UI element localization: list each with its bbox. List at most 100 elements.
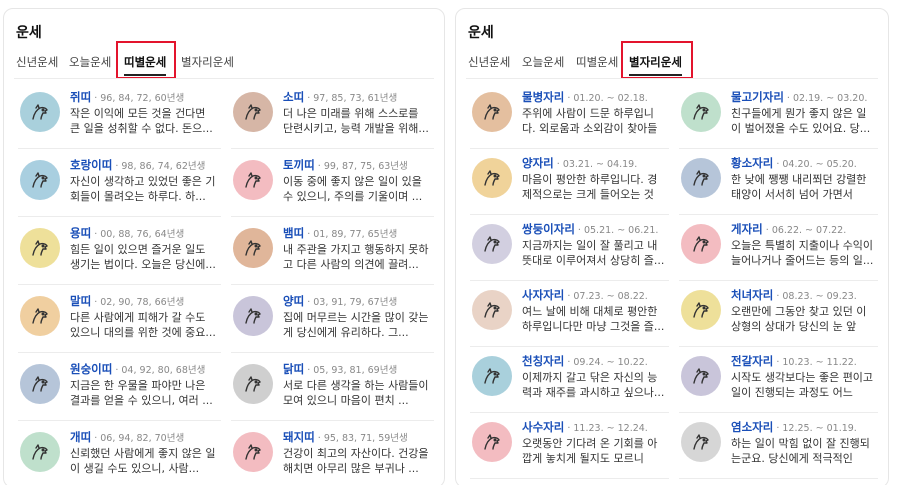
tab-horoscope-fortune[interactable]: 별자리운세: [181, 45, 234, 79]
item-name[interactable]: 호랑이띠: [70, 158, 112, 172]
item-header: 사수자리 · 11.23. ~ 12.24.: [522, 419, 648, 435]
item-meta-sep: ·: [574, 225, 584, 236]
list-item[interactable]: 염소자리 · 12.25. ~ 01.19. 하는 일이 막힘 없이 잘 진행되는…: [679, 411, 878, 479]
list-item[interactable]: 물고기자리 · 02.19. ~ 03.20. 친구들에게 뭔가 좋지 않은 일이…: [679, 81, 878, 149]
item-header: 용띠 · 00, 88, 76, 64년생: [70, 225, 184, 241]
leo-icon: [472, 290, 512, 330]
item-name[interactable]: 양띠: [283, 294, 304, 308]
item-meta: 96, 84, 72, 60년생: [100, 93, 185, 104]
item-description: 신뢰했던 사람에게 좋지 않은 일이 생길 수도 있으니, 사람...: [70, 447, 216, 475]
list-item[interactable]: 용띠 · 00, 88, 76, 64년생 힘든 일이 있으면 즐거운 일도 생기…: [18, 217, 221, 285]
list-item[interactable]: 돼지띠 · 95, 83, 71, 59년생 건강이 최고의 자산이다. 건강을 …: [231, 421, 434, 485]
libra-icon: [472, 356, 512, 396]
item-header: 토끼띠 · 99, 87, 75, 63년생: [283, 157, 408, 173]
item-description: 서로 다른 생각을 하는 사람들이 모여 있으니 마음이 편치 ...: [283, 379, 429, 407]
gemini-icon: [472, 224, 512, 264]
item-meta: 07.23. ~ 08.22.: [573, 291, 648, 302]
item-name[interactable]: 말띠: [70, 294, 91, 308]
item-name[interactable]: 용띠: [70, 226, 91, 240]
item-meta-sep: ·: [762, 225, 772, 236]
tab-horoscope-fortune[interactable]: 별자리운세: [629, 45, 682, 79]
item-name[interactable]: 전갈자리: [731, 354, 773, 368]
item-meta: 98, 86, 74, 62년생: [121, 161, 206, 172]
list-item[interactable]: 양띠 · 03, 91, 79, 67년생 집에 머무르는 시간을 많이 갖는 게…: [231, 285, 434, 353]
tab-new-year-fortune[interactable]: 신년운세: [468, 45, 510, 79]
item-description: 하는 일이 막힘 없이 잘 진행되는군요. 당신에게 적극적인 활...: [731, 437, 870, 465]
item-name[interactable]: 쌍둥이자리: [522, 222, 575, 236]
item-meta: 08.23. ~ 09.23.: [782, 291, 857, 302]
item-name[interactable]: 처녀자리: [731, 288, 773, 302]
list-item[interactable]: 호랑이띠 · 98, 86, 74, 62년생 자신이 생각하고 있었던 좋은 기…: [18, 149, 221, 217]
list-item[interactable]: 원숭이띠 · 04, 92, 80, 68년생 지금은 한 우물을 파야만 나은 …: [18, 353, 221, 421]
tiger-icon: [20, 160, 60, 200]
card-title: 운세: [468, 25, 494, 41]
list-item[interactable]: 처녀자리 · 08.23. ~ 09.23. 오랜만에 그동안 찾고 있던 이상형…: [679, 279, 878, 347]
list-item[interactable]: 사수자리 · 11.23. ~ 12.24. 오랫동안 기다려 온 기회를 아깝게…: [470, 411, 669, 479]
item-meta-sep: ·: [304, 365, 314, 376]
item-meta: 09.24. ~ 10.22.: [573, 357, 648, 368]
list-item[interactable]: 전갈자리 · 10.23. ~ 11.22. 시작도 생각보다는 좋은 편이고 일…: [679, 345, 878, 413]
item-description: 친구들에게 뭔가 좋지 않은 일이 벌어졌을 수도 있어요. 당...: [731, 107, 871, 135]
list-item[interactable]: 개띠 · 06, 94, 82, 70년생신뢰했던 사람에게 좋지 않은 일이 …: [18, 421, 221, 485]
scorpio-icon: [681, 356, 721, 396]
list-item[interactable]: 물병자리 · 01.20. ~ 02.18. 주위에 사람이 드문 하루입니다. …: [470, 81, 669, 149]
item-name[interactable]: 양자리: [522, 156, 554, 170]
list-item[interactable]: 토끼띠 · 99, 87, 75, 63년생 이동 중에 좋지 않은 일이 있을 …: [231, 149, 434, 217]
tab-zodiac-animal-fortune[interactable]: 띠별운세: [576, 45, 618, 79]
item-name[interactable]: 원숭이띠: [70, 362, 112, 376]
item-name[interactable]: 돼지띠: [283, 430, 315, 444]
item-meta-sep: ·: [304, 229, 314, 240]
item-meta: 05, 93, 81, 69년생: [313, 365, 398, 376]
aries-icon: [472, 158, 512, 198]
list-item[interactable]: 천칭자리 · 09.24. ~ 10.22. 이제까지 갈고 닦은 자신의 능력과…: [470, 345, 669, 413]
tab-today-fortune[interactable]: 오늘운세: [69, 45, 111, 79]
list-item[interactable]: 닭띠 · 05, 93, 81, 69년생서로 다른 생각을 하는 사람들이 모…: [231, 353, 434, 421]
item-name[interactable]: 물병자리: [522, 90, 564, 104]
item-header: 게자리 · 06.22. ~ 07.22.: [731, 221, 846, 237]
item-description: 오랜만에 그동안 찾고 있던 이상형의 상대가 당신의 눈 앞에...: [731, 305, 867, 333]
item-name[interactable]: 뱀띠: [283, 226, 304, 240]
item-name[interactable]: 물고기자리: [731, 90, 784, 104]
list-item[interactable]: 뱀띠 · 01, 89, 77, 65년생 내 주관을 가지고 행동하지 못하고 …: [231, 217, 434, 285]
tab-label: 띠별운세: [124, 55, 167, 69]
item-meta: 12.25. ~ 01.19.: [782, 423, 857, 434]
item-header: 양띠 · 03, 91, 79, 67년생: [283, 293, 397, 309]
item-header: 황소자리 · 04.20. ~ 05.20.: [731, 155, 857, 171]
list-item[interactable]: 말띠 · 02, 90, 78, 66년생 다른 사람에게 피해가 갈 수도 있으…: [18, 285, 221, 353]
item-header: 개띠 · 06, 94, 82, 70년생: [70, 429, 184, 445]
item-name[interactable]: 게자리: [731, 222, 763, 236]
item-name[interactable]: 개띠: [70, 430, 91, 444]
item-header: 말띠 · 02, 90, 78, 66년생: [70, 293, 184, 309]
capricorn-icon: [681, 422, 721, 462]
taurus-icon: [681, 158, 721, 198]
tab-today-fortune[interactable]: 오늘운세: [522, 45, 564, 79]
item-description: 지금까지는 일이 잘 풀리고 내 뜻대로 이루어져서 상당히 즐...: [522, 239, 665, 267]
list-item[interactable]: 쌍둥이자리 · 05.21. ~ 06.21. 지금까지는 일이 잘 풀리고 내 …: [470, 213, 669, 281]
list-item[interactable]: 황소자리 · 04.20. ~ 05.20. 한 낮에 쨍쨍 내리쬐던 강렬한 태…: [679, 147, 878, 215]
tab-zodiac-animal-fortune[interactable]: 띠별운세: [124, 45, 167, 79]
item-name[interactable]: 천칭자리: [522, 354, 564, 368]
item-meta: 03, 91, 79, 67년생: [313, 297, 398, 308]
item-name[interactable]: 닭띠: [283, 362, 304, 376]
item-name[interactable]: 쥐띠: [70, 90, 91, 104]
list-item[interactable]: 양자리 · 03.21. ~ 04.19. 마음이 평안한 하루입니다. 경제적으…: [470, 147, 669, 215]
list-item[interactable]: 소띠 · 97, 85, 73, 61년생 더 나은 미래를 위해 스스로를 단련…: [231, 81, 434, 149]
item-header: 양자리 · 03.21. ~ 04.19.: [522, 155, 637, 171]
item-meta: 11.23. ~ 12.24.: [573, 423, 648, 434]
item-description: 이제까지 갈고 닦은 자신의 능력과 재주를 과시하고 싶으나...: [522, 371, 665, 399]
list-item[interactable]: 쥐띠 · 96, 84, 72, 60년생 작은 이익에 모든 것을 건다면 큰 …: [18, 81, 221, 149]
tab-new-year-fortune[interactable]: 신년운세: [16, 45, 58, 79]
item-name[interactable]: 사자자리: [522, 288, 564, 302]
list-item[interactable]: 게자리 · 06.22. ~ 07.22. 오늘은 특별히 지출이나 수익이 늘어…: [679, 213, 878, 281]
item-meta: 02.19. ~ 03.20.: [792, 93, 868, 104]
item-name[interactable]: 소띠: [283, 90, 304, 104]
item-name[interactable]: 황소자리: [731, 156, 773, 170]
item-header: 전갈자리 · 10.23. ~ 11.22.: [731, 353, 857, 369]
item-meta-sep: ·: [304, 93, 314, 104]
item-name[interactable]: 사수자리: [522, 420, 564, 434]
item-name[interactable]: 토끼띠: [283, 158, 315, 172]
item-meta-sep: ·: [91, 433, 101, 444]
list-item[interactable]: 사자자리 · 07.23. ~ 08.22. 여느 날에 비해 대체로 평안한 하…: [470, 279, 669, 347]
item-name[interactable]: 염소자리: [731, 420, 773, 434]
aquarius-icon: [472, 92, 512, 132]
